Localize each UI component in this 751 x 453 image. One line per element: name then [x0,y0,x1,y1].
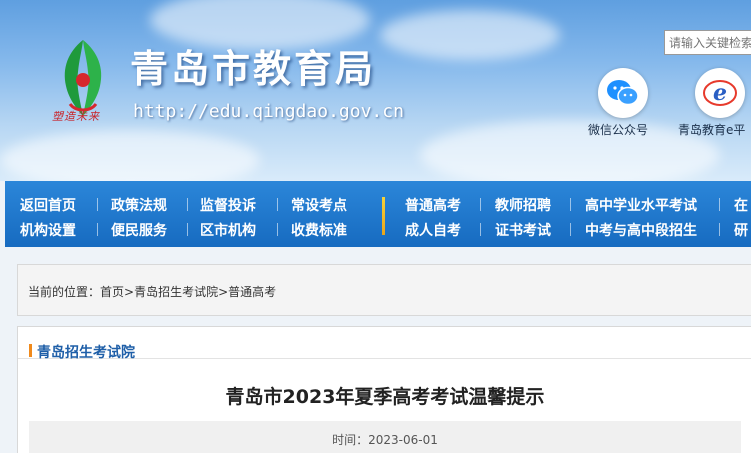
nav-item-district-agencies[interactable]: 区市机构 [200,220,256,240]
nav-item-proficiency-test[interactable]: 高中学业水平考试 [585,195,697,215]
article-title: 青岛市2023年夏季高考考试温馨提示 [225,386,545,408]
nav-separator [480,223,481,236]
article-date-value: 2023-06-01 [368,433,438,447]
search-input[interactable] [664,30,751,55]
nav-item-home[interactable]: 返回首页 [20,195,76,215]
nav-group-divider [382,197,385,235]
nav-item-high-school-admission[interactable]: 中考与高中段招生 [585,220,697,240]
site-header: 塑造未来 青岛市教育局 http://edu.qingdao.gov.cn 微信… [0,0,751,181]
wechat-icon [607,80,639,106]
nav-item-policies[interactable]: 政策法规 [111,195,167,215]
nav-separator [187,198,188,211]
article-date-label: 时间： [332,433,369,447]
site-title[interactable]: 青岛市教育局 [130,50,376,88]
breadcrumb-college-exam-link[interactable]: 普通高考 [228,285,276,299]
breadcrumb-text: 当前的位置：首页>青岛招生考试院>普通高考 [28,283,276,300]
breadcrumb-separator: > [124,285,135,299]
cloud-decoration [420,120,720,181]
nav-separator [719,198,720,211]
nav-item-exam-sites[interactable]: 常设考点 [291,195,347,215]
nav-separator [97,198,98,211]
nav-item-teacher-recruit[interactable]: 教师招聘 [495,195,551,215]
nav-separator [570,223,571,236]
nav-separator [97,223,98,236]
section-header: 青岛招生考试院 [18,327,751,361]
nav-separator [570,198,571,211]
nav-item-adult-exam[interactable]: 成人自考 [405,220,461,240]
svg-text:e: e [713,80,727,106]
nav-item-college-exam[interactable]: 普通高考 [405,195,461,215]
breadcrumb: 当前的位置：首页>青岛招生考试院>普通高考 [17,264,751,316]
cloud-decoration [380,10,560,60]
e-platform-button[interactable]: e [695,68,745,118]
article-date: 时间：2023-06-01 [29,431,741,448]
nav-separator [277,198,278,211]
nav-item-services[interactable]: 便民服务 [111,220,167,240]
section-marker [29,344,32,357]
site-url: http://edu.qingdao.gov.cn [133,101,404,122]
nav-item-complaints[interactable]: 监督投诉 [200,195,256,215]
section-title: 青岛招生考试院 [37,345,135,361]
wechat-account-label: 微信公众号 [588,123,649,137]
nav-item-more-1[interactable]: 在 [734,195,748,215]
nav-separator [277,223,278,236]
nav-separator [187,223,188,236]
cloud-decoration [150,0,370,50]
e-platform-icon: e [703,80,737,106]
nav-item-fees[interactable]: 收费标准 [291,220,347,240]
breadcrumb-exam-institute-link[interactable]: 青岛招生考试院 [134,285,218,299]
wechat-account-button[interactable] [598,68,648,118]
main-navigation: 返回首页 政策法规 监督投诉 常设考点 机构设置 便民服务 区市机构 收费标准 … [5,181,751,247]
nav-item-organization[interactable]: 机构设置 [20,220,76,240]
breadcrumb-separator: > [218,285,229,299]
cloud-decoration [0,130,260,181]
breadcrumb-home-link[interactable]: 首页 [100,285,124,299]
breadcrumb-prefix: 当前的位置： [28,285,101,299]
e-platform-label: 青岛教育e平 [678,123,746,137]
nav-item-certificate-exam[interactable]: 证书考试 [495,220,551,240]
logo-slogan: 塑造未来 [52,110,100,123]
nav-item-more-2[interactable]: 研 [734,220,748,240]
article-panel: 青岛招生考试院 青岛市2023年夏季高考考试温馨提示 时间：2023-06-01 [17,326,751,453]
nav-separator [719,223,720,236]
article-meta-bar: 时间：2023-06-01 [29,421,741,453]
nav-separator [480,198,481,211]
